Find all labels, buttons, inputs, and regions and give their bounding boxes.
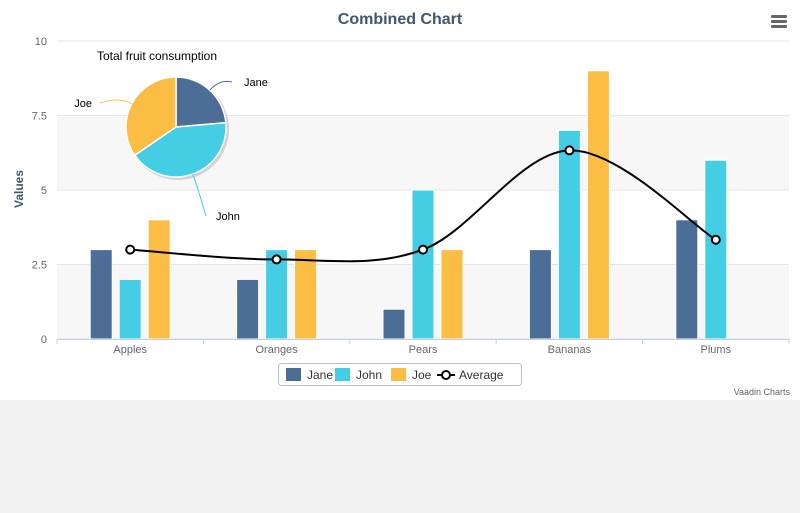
combined-chart: 0 2.5 5 7.5 10 Apples Oranges Pears Bananas Plums… (0, 0, 800, 400)
bar-joe (147, 219, 171, 340)
y-axis-title: Values (12, 170, 26, 208)
y-tick-label: 2.5 (32, 260, 47, 272)
bar-jane (675, 219, 699, 340)
average-point (564, 145, 575, 156)
pie-label-jane: Jane (244, 77, 268, 89)
legend-item-joe[interactable]: Joe (412, 368, 432, 382)
legend-swatch-joe (391, 368, 406, 381)
legend-item-jane[interactable]: Jane (307, 368, 333, 382)
bar-john (118, 278, 142, 340)
bar-jane (528, 249, 552, 340)
bar-joe (440, 249, 464, 340)
pie-label-joe: Joe (74, 98, 92, 110)
bar-jane (89, 249, 113, 340)
y-tick-label: 7.5 (32, 111, 47, 123)
pie-title: Total fruit consumption (97, 49, 217, 63)
bar-john (557, 129, 581, 340)
hamburger-menu-icon (771, 15, 787, 28)
bar-joe (294, 249, 318, 340)
bar-john (411, 189, 435, 340)
average-point (418, 244, 428, 255)
bar-jane (382, 308, 406, 340)
x-tick-label: Oranges (255, 344, 298, 356)
average-point (125, 244, 136, 255)
y-tick-label: 5 (41, 185, 47, 197)
credits-text[interactable]: Vaadin Charts (734, 387, 791, 397)
legend-item-average[interactable]: Average (459, 368, 504, 382)
legend: Jane John Joe Average (278, 363, 522, 386)
chart-title: Combined Chart (338, 11, 463, 28)
bar-john (704, 159, 728, 340)
legend-marker-average (441, 370, 451, 380)
bar-jane (236, 278, 260, 340)
bar-joe (586, 70, 610, 340)
legend-swatch-jane (286, 368, 301, 381)
x-tick-label: Pears (409, 344, 438, 356)
pie-label-john: John (216, 211, 240, 223)
average-point (271, 254, 282, 265)
y-tick-label: 0 (41, 334, 47, 346)
x-tick-label: Bananas (548, 344, 592, 356)
x-tick-label: Plums (701, 344, 732, 356)
x-tick-label: Apples (113, 344, 147, 356)
y-tick-label: 10 (35, 36, 47, 48)
chart-container: 0 2.5 5 7.5 10 Apples Oranges Pears Bananas Plums… (0, 0, 800, 400)
legend-swatch-john (335, 368, 350, 381)
context-menu-button[interactable] (765, 8, 793, 36)
average-point (710, 234, 721, 245)
legend-item-john[interactable]: John (356, 368, 382, 382)
